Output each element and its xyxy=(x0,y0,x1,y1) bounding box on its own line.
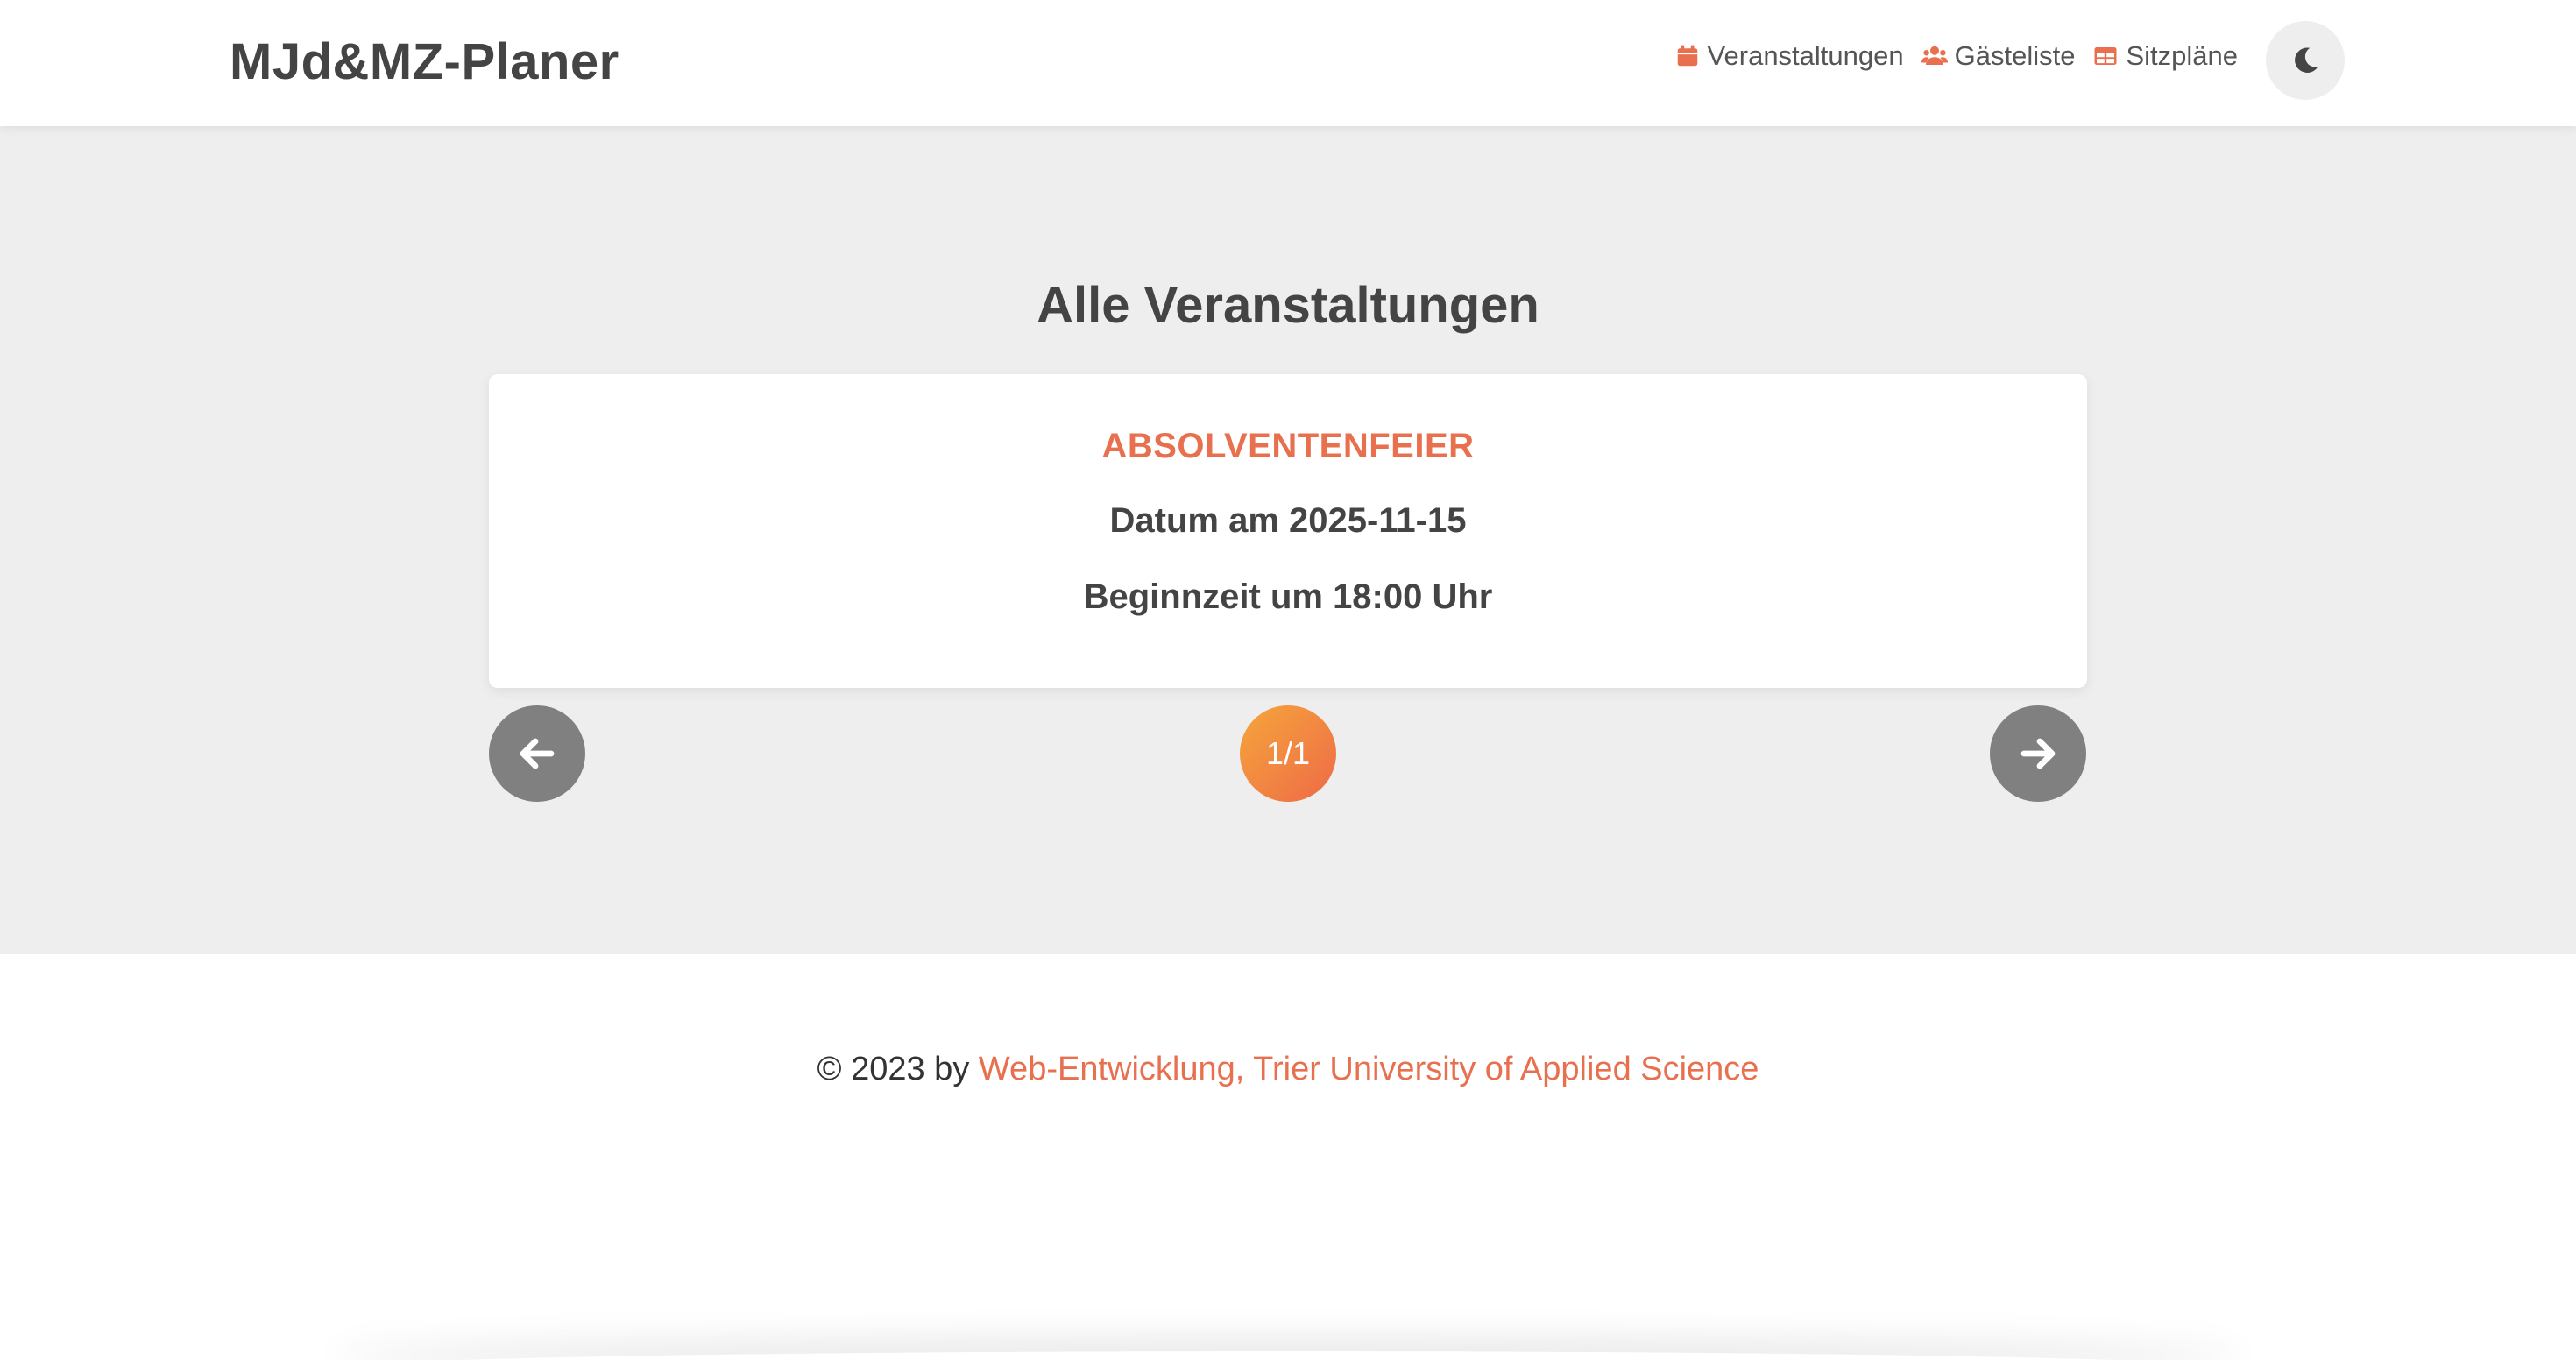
page-title: Alle Veranstaltungen xyxy=(1037,277,1539,334)
page-footer: © 2023 by Web-Entwicklung, Trier Univers… xyxy=(0,954,2576,1360)
nav-sitzplaene[interactable]: Sitzpläne xyxy=(2092,40,2238,72)
footer-shadow xyxy=(333,1351,2243,1360)
table-icon xyxy=(2092,43,2119,69)
footer-link[interactable]: Web-Entwicklung, Trier University of App… xyxy=(979,1051,1759,1087)
calendar-icon xyxy=(1674,43,1701,69)
footer-copyright: © 2023 by Web-Entwicklung, Trier Univers… xyxy=(0,1051,2576,1088)
main-nav: Veranstaltungen Gästeliste Sitzpläne xyxy=(1674,35,2238,77)
nav-veranstaltungen[interactable]: Veranstaltungen xyxy=(1674,40,1904,72)
nav-gaesteliste-label: Gästeliste xyxy=(1954,40,2076,71)
moon-icon xyxy=(2289,45,2321,76)
arrow-left-icon xyxy=(516,733,558,775)
page-indicator: 1/1 xyxy=(1240,705,1336,802)
main-content: Alle Veranstaltungen ABSOLVENTENFEIER Da… xyxy=(0,126,2576,954)
previous-event-button[interactable] xyxy=(489,705,585,802)
arrow-right-icon xyxy=(2017,733,2059,775)
next-event-button[interactable] xyxy=(1990,705,2086,802)
event-date: Datum am 2025-11-15 xyxy=(1109,501,1467,540)
footer-prefix: © 2023 by xyxy=(817,1051,979,1087)
top-header: MJd&MZ-Planer Veranstaltungen Gästeliste… xyxy=(0,0,2576,126)
event-time: Beginnzeit um 18:00 Uhr xyxy=(1083,577,1493,616)
nav-veranstaltungen-label: Veranstaltungen xyxy=(1707,40,1904,71)
app-page: MJd&MZ-Planer Veranstaltungen Gästeliste… xyxy=(0,0,2576,1360)
event-card: ABSOLVENTENFEIER Datum am 2025-11-15 Beg… xyxy=(489,374,2087,688)
nav-sitzplaene-label: Sitzpläne xyxy=(2126,40,2238,71)
theme-toggle-button[interactable] xyxy=(2266,21,2345,100)
nav-gaesteliste[interactable]: Gästeliste xyxy=(1921,40,2076,72)
brand-title[interactable]: MJd&MZ-Planer xyxy=(230,32,619,93)
event-name: ABSOLVENTENFEIER xyxy=(1101,427,1475,465)
users-icon xyxy=(1921,43,1948,69)
